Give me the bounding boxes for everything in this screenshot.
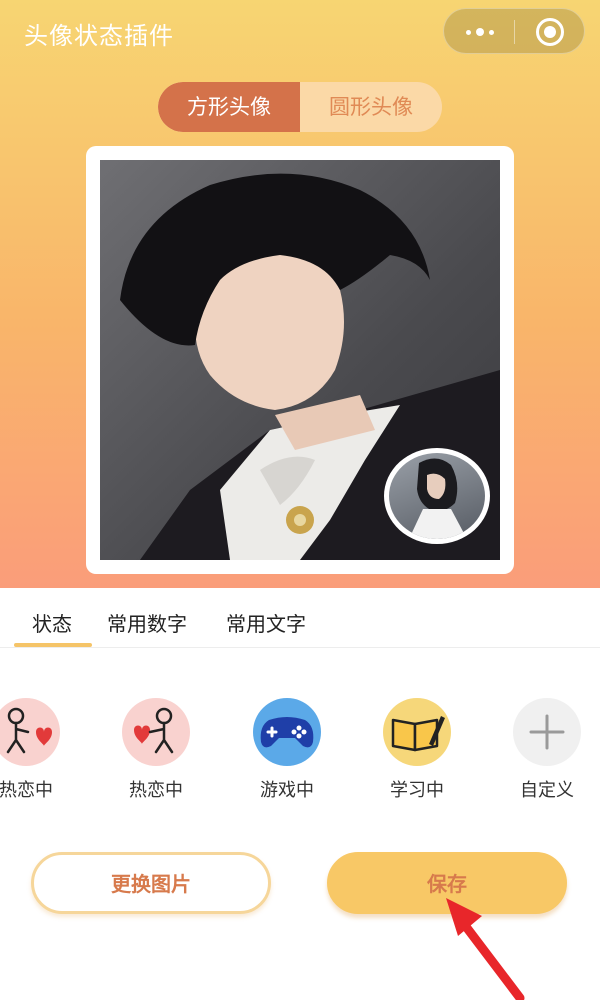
status-badge-overlay[interactable]	[384, 448, 490, 544]
status-item-custom[interactable]: 自定义	[507, 698, 587, 802]
status-item-label: 自定义	[520, 780, 574, 801]
avatar-shape-toggle: 方形头像 圆形头像	[158, 82, 442, 132]
tab-common-numbers[interactable]: 常用数字	[107, 608, 187, 637]
capsule-divider	[514, 20, 515, 44]
tab-status[interactable]: 状态	[32, 608, 72, 637]
status-item-label: 热恋中	[0, 780, 53, 801]
red-arrow-annotation	[446, 898, 525, 1000]
status-item-gaming[interactable]: 游戏中	[247, 698, 327, 802]
plus-icon	[513, 698, 581, 766]
tab-common-text[interactable]: 常用文字	[226, 608, 306, 637]
status-item-in-love-2[interactable]: 热恋中	[116, 698, 196, 802]
square-avatar-option[interactable]: 方形头像	[158, 82, 300, 132]
avatar-preview-panel: 头像状态插件 方形头像 圆形头像	[0, 0, 600, 588]
mini-program-capsule	[443, 8, 585, 54]
badge-portrait	[409, 458, 467, 539]
stick-figure-heart-icon	[122, 698, 190, 766]
more-menu-icon[interactable]	[460, 19, 500, 45]
status-item-label: 游戏中	[260, 780, 314, 801]
gamepad-icon	[253, 698, 321, 766]
close-miniprogram-icon[interactable]	[536, 18, 564, 46]
active-tab-indicator	[14, 643, 92, 647]
app-title: 头像状态插件	[24, 22, 174, 50]
book-pen-icon	[383, 698, 451, 766]
status-item-label: 学习中	[390, 780, 444, 801]
status-item-studying[interactable]: 学习中	[377, 698, 457, 802]
category-tabs: 状态 常用数字 常用文字	[0, 588, 600, 648]
status-item-label: 热恋中	[129, 780, 183, 801]
change-image-button[interactable]: 更换图片	[31, 852, 271, 914]
status-item-in-love-1[interactable]: 热恋中	[0, 698, 66, 802]
stick-figure-heart-icon	[0, 698, 60, 766]
badge-photo	[389, 453, 485, 539]
round-avatar-option[interactable]: 圆形头像	[300, 82, 442, 132]
